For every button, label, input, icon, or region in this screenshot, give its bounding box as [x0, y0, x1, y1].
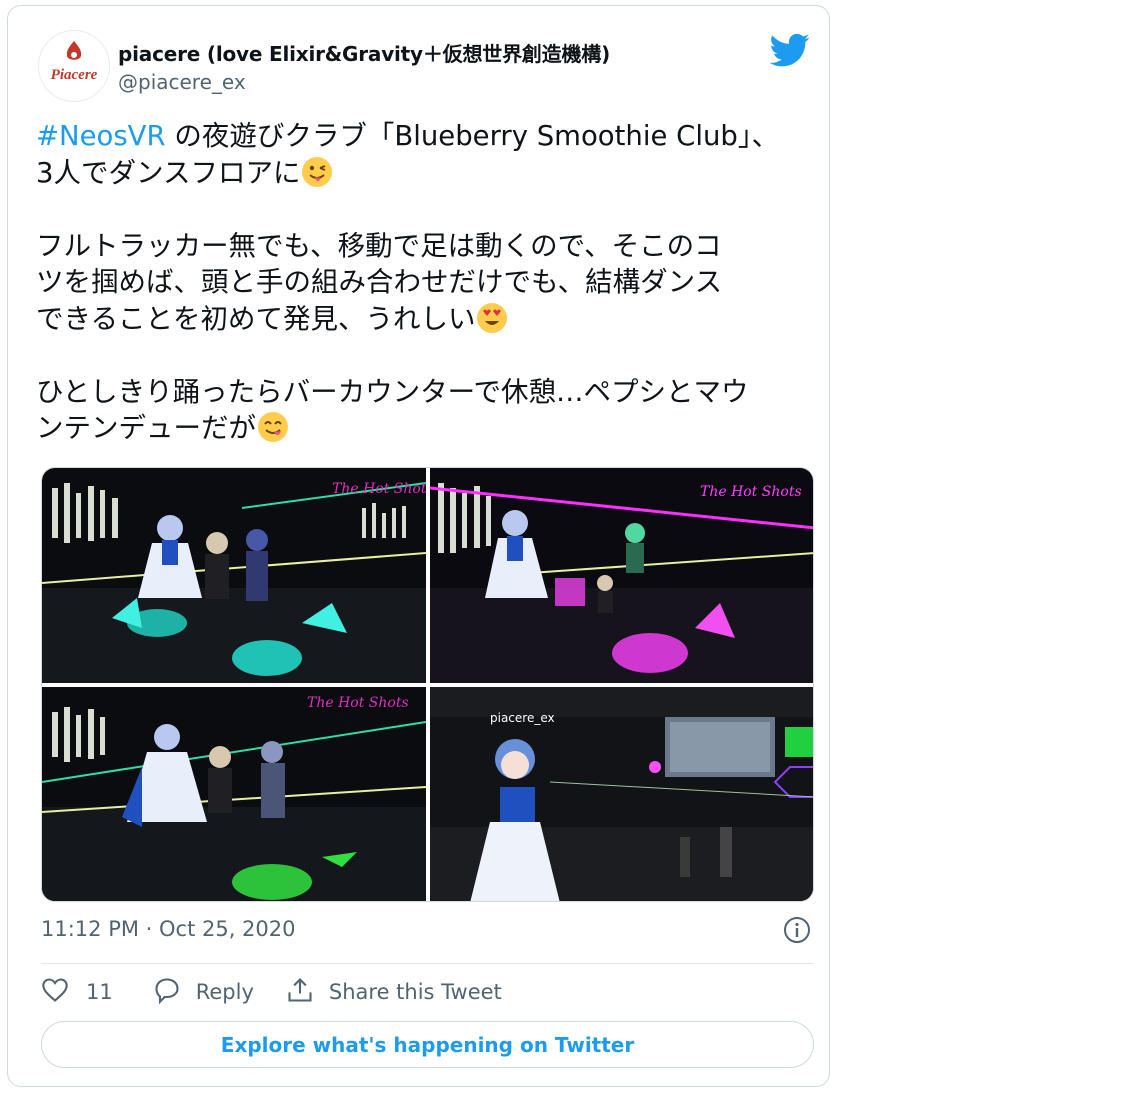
svg-text:piacere_ex: piacere_ex: [490, 711, 555, 725]
twitter-bird-icon[interactable]: [769, 30, 810, 70]
reply-button[interactable]: Reply: [153, 976, 254, 1009]
info-icon[interactable]: [783, 916, 811, 944]
svg-text:The Hot Shots: The Hot Shots: [307, 695, 409, 711]
divider: [41, 963, 814, 964]
tweet-timestamp[interactable]: 11:12 PM · Oct 25, 2020: [41, 917, 296, 941]
author-display-name[interactable]: piacere (love Elixir&Gravity＋仮想世界創造機構): [118, 38, 610, 67]
tweet-text-line: できることを初めて発見、うれしい: [36, 302, 476, 335]
share-label: Share this Tweet: [328, 980, 502, 1004]
tweet-text-line: ひとしきり踊ったらバーカウンターで休憩…ペプシとマウ: [36, 375, 749, 408]
tweet-text-line: の夜遊びクラブ「Blueberry Smoothie Club」、: [165, 120, 780, 152]
photo-dance-floor-1[interactable]: The Hot Shots: [42, 468, 426, 683]
photo-bar-counter[interactable]: piacere_ex: [430, 687, 813, 901]
tweet-text: #NeosVR の夜遊びクラブ「Blueberry Smoothie Club」…: [36, 118, 816, 447]
winking-tongue-emoji: [301, 156, 333, 188]
like-button[interactable]: 11: [41, 976, 113, 1009]
author-handle[interactable]: @piacere_ex: [118, 70, 246, 94]
share-button[interactable]: Share this Tweet: [286, 976, 502, 1009]
explore-twitter-button[interactable]: Explore what's happening on Twitter: [41, 1021, 814, 1068]
yum-emoji: [257, 411, 289, 443]
heart-eyes-emoji: [476, 302, 508, 334]
photo-dance-floor-2[interactable]: The Hot Shots: [430, 468, 813, 683]
hashtag-link[interactable]: #NeosVR: [36, 120, 166, 152]
svg-text:The Hot Shots: The Hot Shots: [700, 484, 802, 500]
tweet-card: Piacere piacere (love Elixir&Gravity＋仮想世…: [7, 5, 830, 1087]
share-icon: [286, 976, 314, 1009]
tweet-actions: 11 Reply Share this Tweet: [41, 976, 502, 1008]
like-count: 11: [86, 980, 113, 1004]
media-grid: The Hot Shots The Hot Shots The Hot Shot…: [41, 467, 814, 902]
avatar[interactable]: Piacere: [38, 30, 110, 102]
tweet-text-line: 3人でダンスフロアに: [36, 156, 301, 189]
tweet-text-line: ンテンデューだが: [36, 412, 256, 444]
tweet-text-line: フルトラッカー無でも、移動で足は動くので、そこのコ: [36, 229, 722, 262]
heart-icon: [41, 976, 69, 1009]
svg-text:The Hot Shots: The Hot Shots: [332, 481, 426, 497]
reply-icon: [153, 976, 181, 1009]
avatar-logo-text: Piacere: [51, 67, 98, 83]
reply-label: Reply: [195, 980, 254, 1004]
photo-dance-floor-3[interactable]: The Hot Shots: [42, 687, 426, 901]
tweet-text-line: ツを掴めば、頭と手の組み合わせだけでも、結構ダンス: [36, 266, 723, 298]
